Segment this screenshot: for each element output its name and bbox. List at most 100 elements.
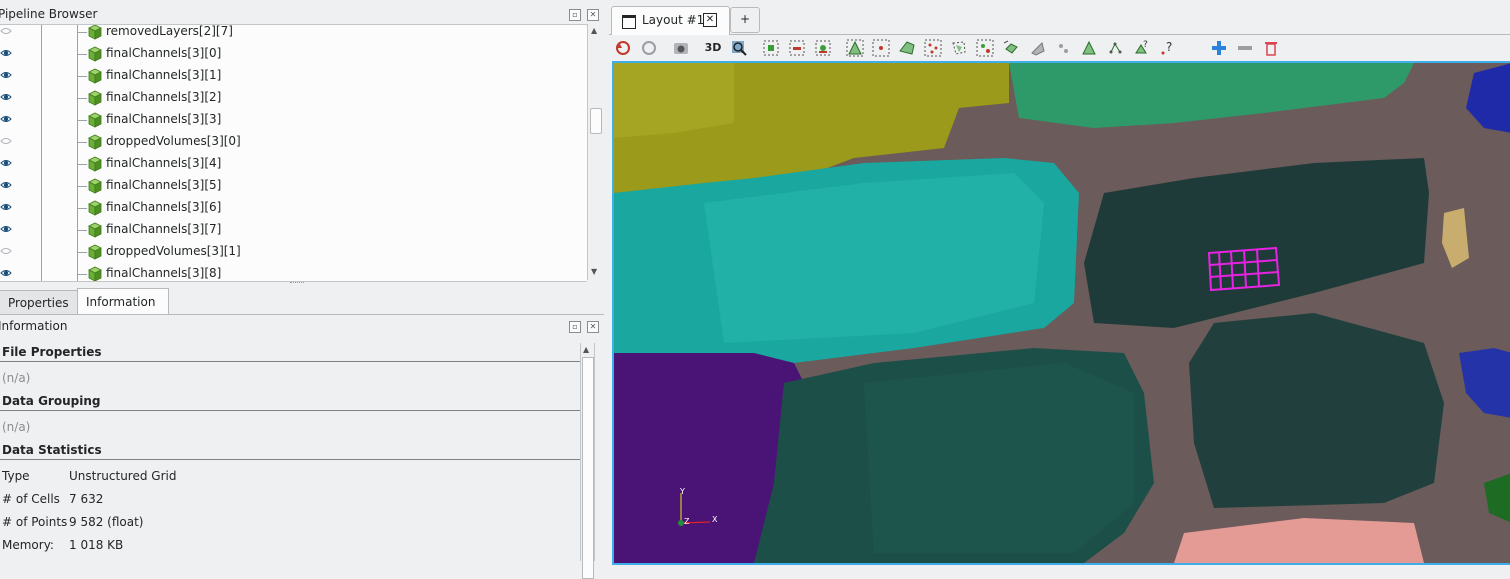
tree-item[interactable]: finalChannels[3][7] [0,219,587,241]
tree-item[interactable]: finalChannels[3][6] [0,197,587,219]
tree-item[interactable]: finalChannels[3][3] [0,109,587,131]
tree-item-label: finalChannels[3][6] [106,200,222,214]
tree-item[interactable]: removedLayers[2][7] [0,24,587,43]
data-grouping-heading[interactable]: Data Grouping [2,394,100,408]
eye-icon[interactable] [0,202,12,212]
view-toolbar: 3D ? ? [609,35,1510,61]
tree-item-label: removedLayers[2][7] [106,24,233,38]
scroll-up-icon[interactable]: ▲ [583,345,589,354]
select-block-icon[interactable] [1002,39,1020,57]
stat-cells-key: # of Cells [2,492,60,506]
clear-selection-icon[interactable] [1028,39,1046,57]
tree-item[interactable]: finalChannels[3][4] [0,153,587,175]
hover-points-query-icon[interactable]: ? [1158,39,1176,57]
select-frustum-icon[interactable] [898,39,916,57]
vertical-splitter[interactable] [604,0,608,561]
select-points-icon[interactable] [814,39,832,57]
rendered-scene [614,63,1510,563]
delete-icon[interactable] [1262,39,1280,57]
tree-item-label: finalChannels[3][1] [106,68,222,82]
eye-icon[interactable] [0,48,12,58]
axis-y-label: Y [680,487,685,496]
tree-branch-line [77,54,87,55]
dataset-cube-icon [88,156,102,172]
information-scrollbar[interactable]: ▲ [580,343,595,579]
scrollbar-thumb[interactable] [582,357,594,579]
file-properties-heading[interactable]: File Properties [2,345,101,359]
eye-icon[interactable] [0,114,12,124]
eye-icon[interactable] [0,224,12,234]
hover-points-icon[interactable] [1106,39,1124,57]
stat-points-key: # of Points [2,515,68,529]
eye-icon[interactable] [0,158,12,168]
dataset-cube-icon [88,178,102,194]
add-tab-button[interactable]: + [730,7,760,33]
deselect-icon[interactable] [788,39,806,57]
axis-x-label: X [712,515,718,524]
tree-item[interactable]: finalChannels[3][5] [0,175,587,197]
tree-item[interactable]: droppedVolumes[3][0] [0,131,587,153]
data-grouping-value: (n/a) [2,420,31,434]
undock-icon[interactable]: ▫ [569,321,581,333]
close-tab-icon[interactable]: ✕ [703,13,717,27]
eye-closed-icon[interactable] [0,136,12,146]
select-points-surface-icon[interactable] [872,39,890,57]
eye-icon[interactable] [0,268,12,278]
zoom-to-box-icon[interactable] [730,39,748,57]
grow-selection-icon[interactable] [1054,39,1072,57]
render-view[interactable]: Y Z X [612,61,1510,565]
tree-branch-line [77,274,87,275]
tree-item[interactable]: finalChannels[3][0] [0,43,587,65]
pipeline-tree[interactable]: removedLayers[2][7] finalChannels[3][0] fi… [0,24,587,282]
stat-memory-key: Memory: [2,538,54,552]
dataset-cube-icon [88,244,102,260]
eye-closed-icon[interactable] [0,246,12,256]
tree-item[interactable]: finalChannels[3][8] [0,263,587,281]
eye-closed-icon[interactable] [0,26,12,36]
section-divider [0,459,580,460]
tab-information[interactable]: Information [77,288,169,315]
screenshot-icon[interactable] [672,39,690,57]
eye-icon[interactable] [0,180,12,190]
scrollbar-thumb[interactable] [590,108,602,134]
reset-camera-icon[interactable] [614,39,632,57]
interactive-select-icon[interactable] [1080,39,1098,57]
select-surface-icon[interactable] [846,39,864,57]
close-icon[interactable]: ✕ [587,9,599,21]
svg-text:?: ? [1166,40,1172,54]
select-frustum-points-icon[interactable] [924,39,942,57]
information-header: Information ▫ ✕ [0,316,604,336]
remove-icon[interactable] [1236,39,1254,57]
scroll-up-icon[interactable]: ▲ [591,26,597,35]
tree-item[interactable]: finalChannels[3][2] [0,87,587,109]
data-statistics-heading[interactable]: Data Statistics [2,443,102,457]
undock-icon[interactable]: ▫ [569,9,581,21]
tree-item-label: finalChannels[3][2] [106,90,222,104]
information-title: Information [0,319,68,333]
tree-item[interactable]: finalChannels[3][1] [0,65,587,87]
close-icon[interactable]: ✕ [587,321,599,333]
pipeline-scrollbar[interactable]: ▲ ▼ [587,24,603,280]
tree-item-label: finalChannels[3][3] [106,112,222,126]
select-polygon-points-icon[interactable] [976,39,994,57]
tree-item-label: finalChannels[3][5] [106,178,222,192]
view-3d-button[interactable]: 3D [704,39,722,57]
tree-item[interactable]: droppedVolumes[3][1] [0,241,587,263]
tree-branch-line [77,76,87,77]
tree-branch-line [77,142,87,143]
dataset-cube-icon [88,222,102,238]
axis-z-label: Z [684,517,690,526]
rotate-camera-icon[interactable] [640,39,658,57]
select-polygon-icon[interactable] [950,39,968,57]
eye-icon[interactable] [0,70,12,80]
scroll-down-icon[interactable]: ▼ [591,267,597,276]
layout-tab[interactable]: Layout #1 ✕ [611,6,730,35]
select-cells-icon[interactable] [762,39,780,57]
eye-icon[interactable] [0,92,12,102]
add-icon[interactable] [1210,39,1228,57]
splitter-handle[interactable] [290,282,304,286]
tree-branch-line [77,164,87,165]
tree-branch-line [77,32,87,33]
tree-item-label: finalChannels[3][7] [106,222,222,236]
hover-cells-icon[interactable]: ? [1132,39,1150,57]
